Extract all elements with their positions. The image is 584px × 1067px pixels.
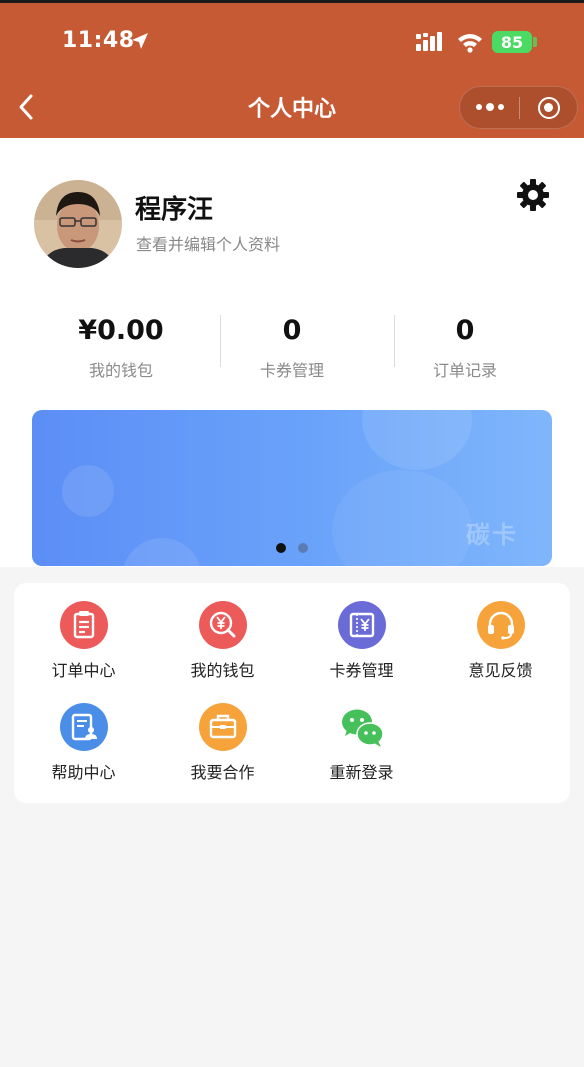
menu-grid: 订单中心 我的钱包 卡券管理 意见反馈 帮助中心 我要合作 重新登录 [14,583,570,803]
wechat-icon [341,709,384,747]
status-bar-edge [0,0,584,3]
menu-label: 我的钱包 [190,661,255,680]
stat-orders[interactable]: 0 订单记录 [385,313,545,381]
menu-item-help[interactable]: 帮助中心 [14,703,153,783]
banner-text: 碳卡 [466,521,518,549]
edit-profile-link[interactable]: 查看并编辑个人资料 [136,231,280,255]
carousel-dot[interactable] [298,543,308,553]
stat-coupons[interactable]: 0 卡券管理 [212,313,372,381]
close-miniprogram-button[interactable] [520,87,578,128]
menu-item-feedback[interactable]: 意见反馈 [431,601,570,681]
more-dots-icon [475,103,504,111]
app-header: 11:48 85 个人中心 [0,0,584,138]
stats-row: ¥0.00 我的钱包 0 卡券管理 0 订单记录 [0,313,584,383]
clipboard-icon [59,601,108,649]
gear-icon[interactable] [515,177,551,213]
more-options-button[interactable] [460,87,519,128]
banner-decoration [62,465,114,517]
banner-decoration [362,410,472,470]
cellular-signal-icon [416,32,442,51]
ticket-icon [337,601,386,649]
menu-label: 卡券管理 [329,661,394,680]
menu-label: 帮助中心 [51,763,116,782]
stat-label: 订单记录 [432,361,497,380]
stat-value: 0 [282,315,302,346]
battery-indicator: 85 [492,31,532,53]
headset-icon [476,601,525,649]
menu-label: 意见反馈 [468,661,533,680]
yuan-search-icon [198,601,247,649]
menu-label: 订单中心 [51,661,116,680]
stat-value: 0 [455,315,475,346]
banner-decoration [122,538,202,566]
target-circle-icon [538,96,560,119]
profile-section: 程序汪 查看并编辑个人资料 ¥0.00 我的钱包 0 卡券管理 0 订单记录 碳… [0,138,584,567]
menu-label: 我要合作 [190,763,255,782]
user-name: 程序汪 [135,195,214,225]
menu-item-relogin[interactable]: 重新登录 [292,703,431,783]
banner-decoration [332,470,472,566]
briefcase-icon [198,703,247,751]
avatar[interactable] [34,180,122,268]
status-time: 11:48 [62,28,135,53]
stat-value: ¥0.00 [78,315,164,346]
menu-item-coupons[interactable]: 卡券管理 [292,601,431,681]
wifi-icon [458,34,482,53]
stat-label: 我的钱包 [88,361,153,380]
miniprogram-capsule [459,86,578,129]
menu-item-orders[interactable]: 订单中心 [14,601,153,681]
stat-label: 卡券管理 [259,361,324,380]
menu-item-cooperation[interactable]: 我要合作 [153,703,292,783]
location-arrow-icon [132,33,148,49]
menu-item-wallet[interactable]: 我的钱包 [153,601,292,681]
carousel-dot-active[interactable] [276,543,286,553]
battery-tip [533,37,537,47]
menu-label: 重新登录 [329,763,394,782]
stat-wallet[interactable]: ¥0.00 我的钱包 [41,313,201,381]
promo-banner[interactable]: 碳卡 [32,410,552,566]
document-person-icon [59,703,108,751]
